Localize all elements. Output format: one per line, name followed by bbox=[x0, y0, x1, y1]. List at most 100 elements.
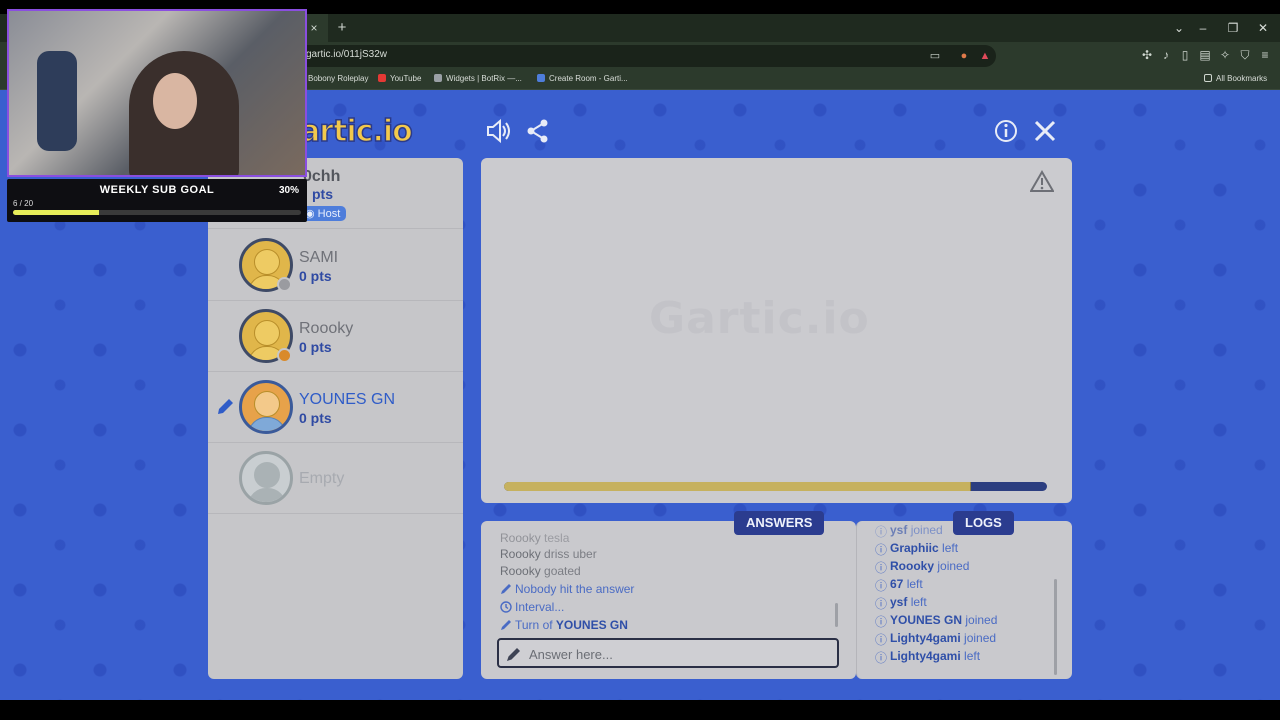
log-line: ⓘ Lighty4gami left bbox=[875, 649, 981, 665]
bookmark-botrix[interactable]: Widgets | BotRix —... bbox=[434, 72, 522, 86]
player-name: Roooky bbox=[299, 320, 354, 337]
goal-progress-bar bbox=[13, 210, 301, 215]
player-name: SAMI bbox=[299, 249, 339, 266]
log-line: ⓘ Graphiic left bbox=[875, 541, 959, 557]
wallet-icon[interactable]: ▤ bbox=[1197, 47, 1213, 63]
player-points: pts bbox=[312, 186, 333, 202]
player-points: 0 pts bbox=[299, 268, 332, 284]
log-line: ⓘ 67 left bbox=[875, 577, 923, 593]
url-text[interactable]: gartic.io/011jS32w bbox=[306, 49, 387, 60]
info-icon: ⓘ bbox=[875, 543, 888, 557]
host-badge: ◉ Host bbox=[301, 206, 347, 221]
logs-panel: LOGS ⓘ ysf joined ⓘ Graphiic left ⓘ Roooky … bbox=[856, 511, 1072, 679]
cast-icon[interactable]: ▭ bbox=[928, 49, 942, 63]
answer-field[interactable] bbox=[497, 638, 839, 668]
info-icon: ⓘ bbox=[875, 525, 888, 539]
player-avatar bbox=[239, 380, 293, 434]
timer-fill bbox=[504, 482, 971, 491]
screen-bottom-edge bbox=[0, 700, 1280, 720]
player-name: YOUNES GN bbox=[299, 391, 396, 408]
answers-panel: ANSWERS Roooky tesla Roooky driss uber R… bbox=[481, 511, 856, 679]
info-icon: ⓘ bbox=[875, 615, 888, 629]
bookmark-bobony[interactable]: Bobony Roleplay bbox=[308, 72, 368, 86]
log-line: ⓘ Lighty4gami joined bbox=[875, 631, 997, 647]
logs-scrollbar[interactable] bbox=[1054, 579, 1057, 675]
player-row[interactable]: YOUNES GN 0 pts bbox=[208, 372, 463, 443]
new-tab-button[interactable]: + bbox=[332, 14, 352, 42]
chat-line: Roooky tesla bbox=[500, 531, 570, 545]
pencil-icon bbox=[501, 584, 511, 594]
share-icon[interactable] bbox=[525, 118, 551, 144]
gartic-icon bbox=[537, 74, 545, 82]
youtube-icon bbox=[378, 74, 386, 82]
pencil-icon bbox=[507, 648, 520, 661]
player-row[interactable]: Roooky 0 pts bbox=[208, 301, 463, 372]
info-icon: ⓘ bbox=[875, 561, 888, 575]
round-timer bbox=[504, 482, 1047, 491]
all-bookmarks[interactable]: All Bookmarks bbox=[1204, 72, 1267, 86]
system-line: Turn of YOUNES GN bbox=[500, 618, 628, 632]
player-points: 0 pts bbox=[299, 410, 332, 426]
warning-extension-icon[interactable]: ▲ bbox=[978, 49, 992, 63]
screen: × + ⌄ – ❐ ✕ gartic.io/011jS32w ▭ ● ▲ ✣ ♪… bbox=[0, 0, 1280, 720]
clock-icon bbox=[500, 601, 512, 613]
info-icon: ⓘ bbox=[875, 597, 888, 611]
info-icon: ⓘ bbox=[875, 633, 888, 647]
streamer-face bbox=[153, 73, 197, 129]
pencil-icon bbox=[501, 620, 511, 630]
sub-goal-widget: WEEKLY SUB GOAL 30% 6 / 20 bbox=[7, 179, 307, 222]
answers-tab[interactable]: ANSWERS bbox=[734, 511, 825, 535]
report-warning-icon[interactable] bbox=[1030, 170, 1054, 192]
system-line: Nobody hit the answer bbox=[500, 582, 634, 596]
player-name: 0chh bbox=[303, 168, 341, 185]
shield-icon[interactable]: ⛉ bbox=[1237, 47, 1253, 63]
goal-title: WEEKLY SUB GOAL bbox=[99, 184, 215, 196]
botrix-icon bbox=[434, 74, 442, 82]
status-indicator bbox=[277, 277, 292, 292]
close-window-icon[interactable]: ✕ bbox=[1248, 14, 1278, 42]
folder-icon bbox=[1204, 74, 1212, 82]
status-indicator bbox=[277, 348, 292, 363]
bookmark-create-room[interactable]: Create Room - Garti... bbox=[537, 72, 628, 86]
goal-progress-fill bbox=[13, 210, 100, 215]
info-icon: ⓘ bbox=[875, 651, 888, 665]
info-icon: ⓘ bbox=[875, 579, 888, 593]
player-row[interactable]: SAMI 0 pts bbox=[208, 230, 463, 301]
webcam-overlay bbox=[7, 9, 307, 177]
restore-icon[interactable]: ❐ bbox=[1218, 14, 1248, 42]
empty-avatar bbox=[239, 451, 293, 505]
players-panel: 0chh pts ◉ Host SAMI 0 pts Roooky 0 pts bbox=[208, 158, 463, 679]
sound-icon[interactable] bbox=[485, 118, 511, 144]
close-icon[interactable] bbox=[1032, 118, 1058, 144]
log-line: ⓘ ysf joined bbox=[875, 523, 943, 539]
extension-icon[interactable]: ● bbox=[957, 49, 971, 63]
log-line: ⓘ ysf left bbox=[875, 595, 927, 611]
gartic-logo: artic.io bbox=[299, 113, 413, 150]
answer-input[interactable] bbox=[529, 645, 829, 663]
empty-slot: Empty bbox=[208, 443, 463, 514]
sidebar-icon[interactable]: ▯ bbox=[1177, 47, 1193, 63]
minimize-icon[interactable]: – bbox=[1188, 14, 1218, 42]
logs-tab[interactable]: LOGS bbox=[953, 511, 1014, 535]
player-points: 0 pts bbox=[299, 339, 332, 355]
drawing-canvas[interactable]: Gartic.io bbox=[481, 158, 1072, 503]
player-name: Empty bbox=[299, 470, 345, 487]
address-bar[interactable]: gartic.io/011jS32w ▭ ● ▲ bbox=[296, 45, 996, 67]
menu-icon[interactable]: ≡ bbox=[1257, 47, 1273, 63]
log-line: ⓘ Roooky joined bbox=[875, 559, 970, 575]
pencil-icon bbox=[218, 399, 233, 414]
puzzle-icon[interactable]: ✣ bbox=[1139, 47, 1155, 63]
webcam-background bbox=[37, 51, 77, 151]
chat-line: Roooky goated bbox=[500, 564, 581, 578]
log-line: ⓘ YOUNES GN joined bbox=[875, 613, 998, 629]
sparkle-icon[interactable]: ✧ bbox=[1217, 47, 1233, 63]
music-icon[interactable]: ♪ bbox=[1158, 47, 1174, 63]
answers-scrollbar[interactable] bbox=[835, 603, 838, 627]
canvas-watermark: Gartic.io bbox=[649, 293, 870, 344]
info-icon[interactable] bbox=[993, 118, 1019, 144]
bookmark-youtube[interactable]: YouTube bbox=[378, 72, 421, 86]
goal-percent: 30% bbox=[278, 185, 299, 196]
system-line: Interval... bbox=[500, 600, 564, 614]
chat-line: Roooky driss uber bbox=[500, 547, 597, 561]
goal-count: 6 / 20 bbox=[13, 199, 34, 208]
